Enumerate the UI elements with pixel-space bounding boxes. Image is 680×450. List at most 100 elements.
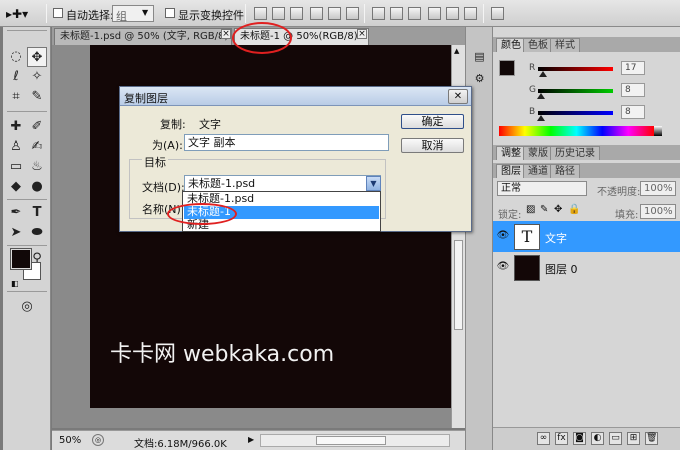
delete-layer-icon[interactable]: 🗑	[645, 432, 658, 445]
type-tool-icon[interactable]: T	[27, 203, 47, 223]
blue-slider[interactable]: B 8	[529, 105, 679, 121]
align-hcenter-icon[interactable]	[328, 7, 341, 20]
ellipse-tool-icon[interactable]: ⬬	[27, 223, 47, 243]
eye-icon[interactable]: 👁	[496, 229, 510, 243]
distribute-bottom-icon[interactable]	[408, 7, 421, 20]
distribute-vcenter-icon[interactable]	[390, 7, 403, 20]
blue-value-field[interactable]: 8	[621, 105, 645, 119]
distribute-left-icon[interactable]	[428, 7, 441, 20]
tab-styles[interactable]: 样式	[550, 38, 580, 52]
path-selection-tool-icon[interactable]: ➤	[6, 223, 26, 243]
green-slider[interactable]: G 8	[529, 83, 679, 99]
align-right-icon[interactable]	[346, 7, 359, 20]
red-gradient-bar[interactable]	[538, 67, 613, 71]
layer-style-icon[interactable]: fx	[555, 432, 568, 445]
dialog-title: 复制图层	[124, 92, 168, 105]
opacity-field[interactable]: 100%	[640, 181, 676, 196]
distribute-top-icon[interactable]	[372, 7, 385, 20]
slider-knob[interactable]	[537, 93, 545, 99]
tab-layers[interactable]: 图层	[496, 164, 526, 178]
actions-panel-icon[interactable]: ⚙	[472, 71, 487, 86]
eraser-tool-icon[interactable]: ▭	[6, 157, 26, 177]
align-vcenter-icon[interactable]	[272, 7, 285, 20]
magic-wand-tool-icon[interactable]: ✧	[27, 67, 47, 87]
fill-field[interactable]: 100%	[640, 204, 676, 219]
pen-tool-icon[interactable]: ✒	[6, 203, 26, 223]
auto-select-checkbox[interactable]	[53, 8, 63, 18]
tab-masks[interactable]: 蒙版	[523, 146, 553, 160]
tab-document-1[interactable]: 未标题-1.psd @ 50% (文字, RGB/8) *	[54, 28, 232, 45]
move-tool-icon[interactable]: ✥	[27, 47, 47, 67]
dialog-titlebar[interactable]: 复制图层 ✕	[120, 87, 471, 106]
cancel-button[interactable]: 取消	[401, 138, 464, 153]
slider-knob[interactable]	[537, 115, 545, 121]
align-bottom-icon[interactable]	[290, 7, 303, 20]
layer-row[interactable]: 👁 T 文字	[493, 221, 680, 252]
scroll-thumb[interactable]	[454, 240, 463, 330]
foreground-swatch[interactable]	[499, 60, 515, 76]
clone-stamp-tool-icon[interactable]: ♙	[6, 137, 26, 157]
play-icon[interactable]: ▶	[248, 435, 254, 444]
zoom-level[interactable]: 50%	[59, 435, 81, 446]
blur-tool-icon[interactable]: ◆	[6, 177, 26, 197]
lasso-tool-icon[interactable]: ℓ	[6, 67, 26, 87]
auto-select-dropdown[interactable]: 组 ▼	[112, 5, 154, 23]
default-colors-icon[interactable]: ◧	[11, 279, 19, 288]
history-panel-icon[interactable]: ▤	[472, 49, 487, 64]
ok-button[interactable]: 确定	[401, 114, 464, 129]
status-menu-icon[interactable]: ◎	[92, 434, 104, 446]
close-icon[interactable]: ×	[221, 29, 231, 39]
red-value-field[interactable]: 17	[621, 61, 645, 75]
eye-icon[interactable]: 👁	[496, 260, 510, 274]
as-name-input[interactable]: 文字 副本	[184, 134, 389, 151]
close-icon[interactable]: ×	[357, 29, 367, 39]
green-gradient-bar[interactable]	[538, 89, 613, 93]
layer-row[interactable]: 👁 图层 0	[493, 252, 680, 283]
lock-pixels-icon[interactable]: ✎	[540, 204, 548, 215]
green-value-field[interactable]: 8	[621, 83, 645, 97]
align-left-icon[interactable]	[310, 7, 323, 20]
adjustment-layer-icon[interactable]: ◐	[591, 432, 604, 445]
eyedropper-tool-icon[interactable]: ✎	[27, 87, 47, 107]
quick-mask-icon[interactable]: ◎	[17, 297, 37, 317]
color-spectrum-bar[interactable]	[499, 126, 654, 136]
align-top-icon[interactable]	[254, 7, 267, 20]
dodge-tool-icon[interactable]: ●	[27, 177, 47, 197]
tab-channels[interactable]: 通道	[523, 164, 553, 178]
scroll-thumb[interactable]	[316, 436, 386, 445]
link-layers-icon[interactable]: ∞	[537, 432, 550, 445]
auto-align-icon[interactable]	[491, 7, 504, 20]
chevron-down-icon[interactable]: ▼	[366, 176, 381, 191]
lock-all-icon[interactable]: 🔒	[568, 204, 580, 215]
foreground-color-swatch[interactable]	[10, 248, 32, 270]
marquee-tool-icon[interactable]: ◌	[6, 47, 26, 67]
tab-paths[interactable]: 路径	[550, 164, 580, 178]
history-brush-tool-icon[interactable]: ✍	[27, 137, 47, 157]
distribute-right-icon[interactable]	[464, 7, 477, 20]
document-select[interactable]: 未标题-1.psd	[184, 175, 381, 192]
slider-knob[interactable]	[539, 71, 547, 77]
grayscale-bar[interactable]	[654, 126, 662, 136]
tab-color[interactable]: 颜色	[496, 38, 526, 52]
blue-gradient-bar[interactable]	[538, 111, 613, 115]
scroll-up-icon[interactable]: ▲	[454, 47, 463, 57]
close-button[interactable]: ✕	[448, 89, 468, 104]
new-group-icon[interactable]: ▭	[609, 432, 622, 445]
show-transform-checkbox[interactable]	[165, 8, 175, 18]
tab-adjustments[interactable]: 调整	[496, 146, 526, 160]
new-layer-icon[interactable]: ⊞	[627, 432, 640, 445]
healing-brush-tool-icon[interactable]: ✚	[6, 117, 26, 137]
tab-swatches[interactable]: 色板	[523, 38, 553, 52]
horizontal-scrollbar[interactable]	[260, 434, 450, 447]
crop-tool-icon[interactable]: ⌗	[6, 87, 26, 107]
lock-position-icon[interactable]: ✥	[554, 204, 562, 215]
tab-history[interactable]: 历史记录	[550, 146, 600, 160]
distribute-hcenter-icon[interactable]	[446, 7, 459, 20]
red-slider[interactable]: R 17	[529, 61, 679, 77]
move-tool-icon[interactable]: ▸✚▾	[6, 7, 28, 21]
add-mask-icon[interactable]: ◙	[573, 432, 586, 445]
lock-transparency-icon[interactable]: ▨	[526, 204, 535, 215]
brush-tool-icon[interactable]: ✐	[27, 117, 47, 137]
paint-bucket-tool-icon[interactable]: ♨	[27, 157, 47, 177]
blend-mode-select[interactable]: 正常	[497, 181, 587, 196]
